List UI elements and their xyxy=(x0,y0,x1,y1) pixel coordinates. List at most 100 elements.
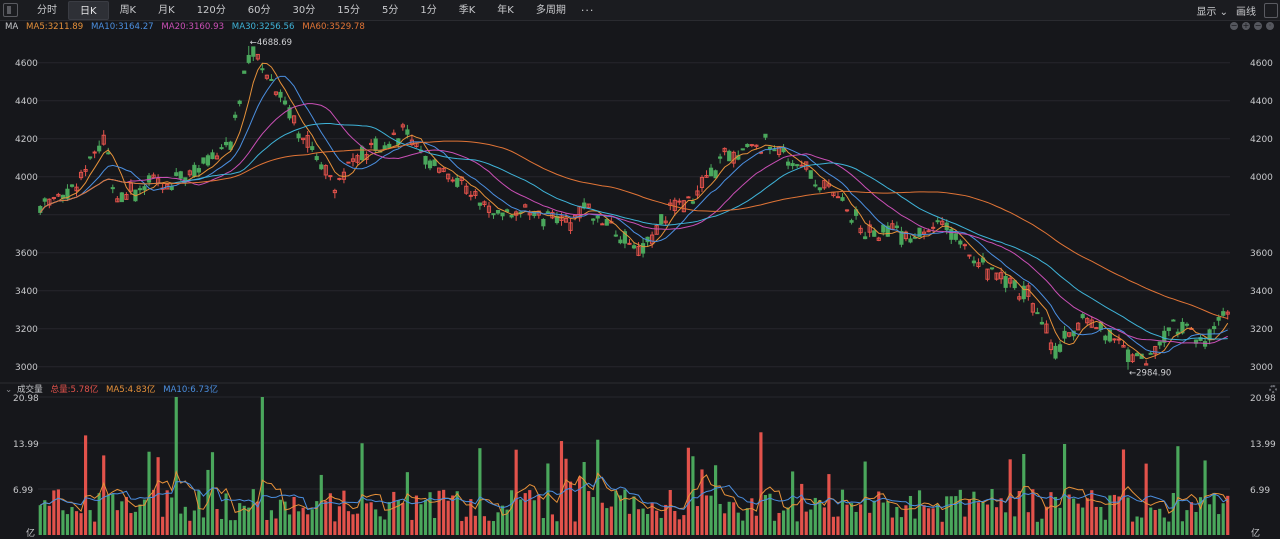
candle-body xyxy=(976,262,981,267)
tab-7[interactable]: 15分 xyxy=(326,1,371,20)
tab-11[interactable]: 年K xyxy=(486,1,525,20)
candle-body xyxy=(790,163,795,167)
volume-bar xyxy=(528,490,532,535)
volume-bar xyxy=(736,512,740,535)
candle-body xyxy=(287,107,292,119)
tab-10[interactable]: 季K xyxy=(448,1,487,20)
panel-toggle-icon[interactable] xyxy=(1264,2,1278,18)
legend-ma60: MA60:3529.78 xyxy=(302,22,365,32)
candle-body xyxy=(912,236,918,239)
volume-bar xyxy=(201,517,206,535)
volume-bar xyxy=(52,490,56,535)
tab-8[interactable]: 5分 xyxy=(371,1,409,20)
volume-bar xyxy=(664,504,668,535)
add-indicator-icon[interactable]: + xyxy=(1242,22,1250,30)
tab-6[interactable]: 30分 xyxy=(282,1,327,20)
volume-bar xyxy=(251,489,255,535)
candle-body xyxy=(319,164,324,170)
tab-1[interactable]: 日K xyxy=(68,0,109,20)
candle-body xyxy=(78,171,84,179)
volume-bar xyxy=(355,513,360,535)
remove-icon[interactable]: − xyxy=(1254,22,1262,30)
volume-tick-right: 13.99 xyxy=(1250,440,1276,450)
volume-bar xyxy=(723,513,727,535)
display-menu-button[interactable]: 显示 ⌄ xyxy=(1196,3,1228,18)
volume-bar xyxy=(1194,511,1198,535)
candle-body xyxy=(101,134,106,145)
period-tabs: 分时 日K 周K 月K 120分 60分 30分 15分 5分 1分 季K 年K 多周期 xyxy=(26,0,577,20)
candle-body xyxy=(1216,317,1221,321)
volume-bar xyxy=(301,507,305,535)
candle-body xyxy=(772,149,777,152)
candle-body xyxy=(169,186,174,190)
candle-body xyxy=(1021,285,1026,300)
candle-body xyxy=(228,141,233,150)
candle-body xyxy=(1166,327,1171,331)
volume-bar xyxy=(954,496,958,535)
tab-3[interactable]: 月K xyxy=(147,1,186,20)
candle-body xyxy=(645,236,650,243)
candle-body xyxy=(187,170,192,176)
volume-bar xyxy=(868,512,872,535)
draw-line-button[interactable]: 画线 xyxy=(1236,3,1256,18)
candle-body xyxy=(88,156,93,159)
candle-body xyxy=(355,155,360,163)
ma5-line xyxy=(39,62,1229,360)
volume-bar xyxy=(596,439,600,535)
candle-body xyxy=(196,168,201,173)
candle-body xyxy=(1039,321,1044,325)
volume-bar xyxy=(795,521,799,535)
toolbar-right: 显示 ⌄ 画线 xyxy=(1196,0,1280,20)
candle-body xyxy=(1175,331,1180,335)
tab-4[interactable]: 120分 xyxy=(186,1,237,20)
candle-body xyxy=(423,155,428,165)
volume-bar xyxy=(927,508,931,535)
volume-bar xyxy=(319,474,323,535)
tab-9[interactable]: 1分 xyxy=(409,1,447,20)
tab-12[interactable]: 多周期 xyxy=(525,1,577,20)
settings-icon[interactable]: · xyxy=(1266,22,1274,30)
volume-bar xyxy=(972,491,976,535)
volume-bar xyxy=(709,495,713,535)
candle-body xyxy=(672,199,677,211)
collapse-icon[interactable]: − xyxy=(1230,22,1238,30)
more-periods-button[interactable]: ··· xyxy=(581,4,595,17)
ma20-line xyxy=(39,103,1228,344)
volume-bar xyxy=(342,490,346,535)
candle-body xyxy=(1008,277,1013,284)
tab-5[interactable]: 60分 xyxy=(237,1,282,20)
candle-body xyxy=(686,196,691,199)
volume-bar xyxy=(38,505,42,535)
tab-2[interactable]: 周K xyxy=(109,1,148,20)
candle-body xyxy=(985,268,990,280)
candle-body xyxy=(219,147,224,150)
candle-body xyxy=(83,168,88,172)
candle-body xyxy=(296,133,301,139)
candle-body xyxy=(192,164,197,177)
candle-body xyxy=(1202,341,1208,347)
volume-bar xyxy=(79,513,83,535)
volume-bar xyxy=(333,521,337,535)
volume-bar xyxy=(491,521,496,535)
candle-body xyxy=(128,182,133,192)
candle-body xyxy=(971,260,977,264)
volume-bar xyxy=(265,519,269,535)
candle-body xyxy=(1067,332,1072,337)
candle-body xyxy=(844,209,850,212)
candle-body xyxy=(38,206,43,213)
tab-0[interactable]: 分时 xyxy=(26,1,68,20)
candle-body xyxy=(708,167,714,177)
volume-bar xyxy=(682,515,686,535)
volume-settings-icon[interactable] xyxy=(1269,385,1277,393)
volume-bar xyxy=(1049,492,1053,535)
volume-bar xyxy=(129,513,133,535)
volume-bar xyxy=(1044,506,1049,535)
candle-body xyxy=(323,165,328,176)
volume-collapse-icon[interactable]: ⌄ xyxy=(5,385,12,395)
sidebar-toggle-icon[interactable] xyxy=(3,3,18,17)
candle-body xyxy=(414,142,419,148)
volume-bar xyxy=(1103,519,1107,535)
price-tick-left: 4200 xyxy=(15,135,38,145)
candle-body xyxy=(60,194,66,199)
candle-body xyxy=(242,70,247,74)
